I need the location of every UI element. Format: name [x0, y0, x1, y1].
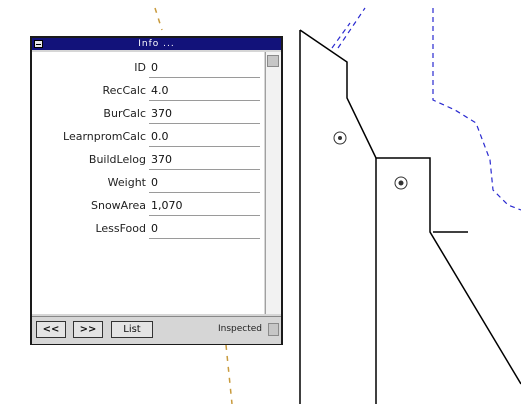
field-value-input[interactable]: 1,070: [149, 196, 260, 216]
field-row: ID 0: [32, 58, 264, 79]
resize-grip[interactable]: [268, 323, 279, 336]
field-value-input[interactable]: 0: [149, 173, 260, 193]
field-value-input[interactable]: 4.0: [149, 81, 260, 101]
field-row: BurCalc 370: [32, 104, 264, 125]
info-window: Info ... ID 0 RecCalc 4.0 BurCalc 370 Le…: [30, 36, 283, 345]
list-button[interactable]: List: [111, 321, 153, 338]
window-titlebar[interactable]: Info ...: [32, 38, 281, 50]
map-road-line: [299, 29, 521, 385]
field-label: LessFood: [95, 222, 146, 235]
navigation-bar: << >> List Inspected: [32, 316, 281, 344]
field-row: BuildLelog 370: [32, 150, 264, 171]
field-label: ID: [134, 61, 146, 74]
field-value-input[interactable]: 0: [149, 58, 260, 78]
field-label: RecCalc: [102, 84, 147, 97]
previous-record-button[interactable]: <<: [36, 321, 66, 338]
field-row: LessFood 0: [32, 219, 264, 240]
field-value-input[interactable]: 0.0: [149, 127, 260, 147]
scrollbar-thumb[interactable]: [267, 55, 279, 67]
field-row: SnowArea 1,070: [32, 196, 264, 217]
field-value-input[interactable]: 370: [149, 150, 260, 170]
map-boundary-blue-dashed: [331, 7, 521, 211]
next-record-button[interactable]: >>: [73, 321, 103, 338]
field-value-input[interactable]: 370: [149, 104, 260, 124]
field-label: Weight: [107, 176, 146, 189]
field-value-input[interactable]: 0: [149, 219, 260, 239]
status-text: Inspected: [217, 324, 262, 334]
window-title: Info ...: [138, 39, 175, 49]
field-label: SnowArea: [91, 199, 146, 212]
field-row: LearnpromCalc 0.0: [32, 127, 264, 148]
attribute-form: ID 0 RecCalc 4.0 BurCalc 370 LearnpromCa…: [32, 52, 264, 314]
field-row: Weight 0: [32, 173, 264, 194]
vertical-scrollbar[interactable]: [265, 52, 281, 314]
field-label: LearnpromCalc: [63, 130, 146, 143]
map-point-marker: [333, 131, 347, 145]
field-label: BurCalc: [103, 107, 146, 120]
map-point-marker: [394, 176, 408, 190]
field-label: BuildLelog: [88, 153, 146, 166]
field-row: RecCalc 4.0: [32, 81, 264, 102]
